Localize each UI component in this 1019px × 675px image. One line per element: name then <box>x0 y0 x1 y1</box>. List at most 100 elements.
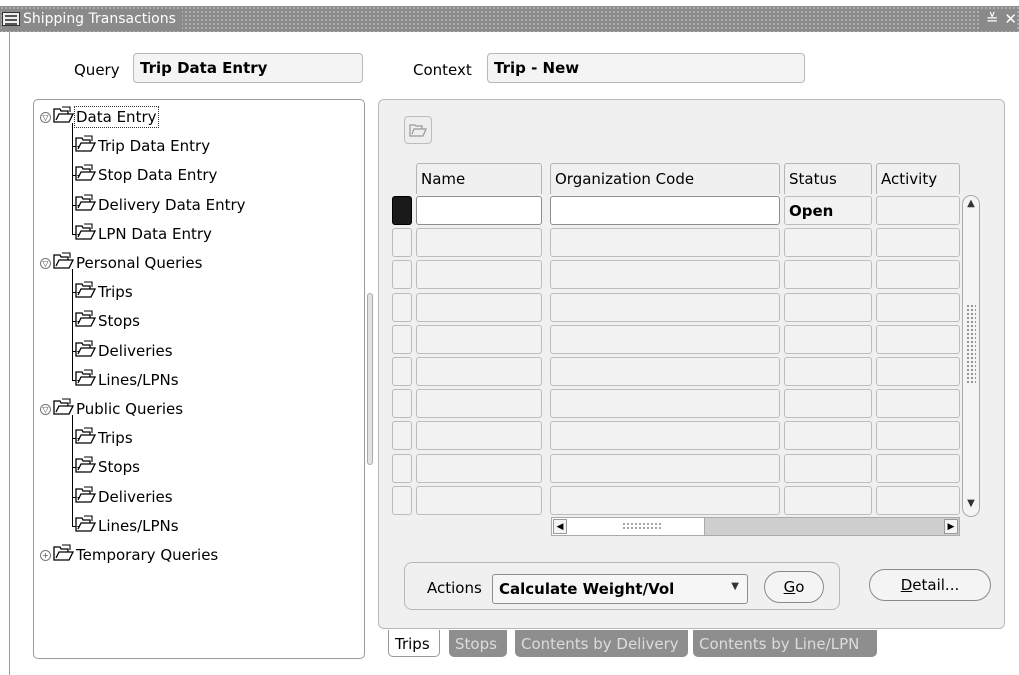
open-folder-button[interactable] <box>404 116 432 144</box>
actions-select[interactable]: Calculate Weight/Vol ▼ <box>492 574 748 604</box>
scroll-down-icon[interactable]: ▼ <box>965 498 977 512</box>
collapse-icon[interactable]: ▽ <box>40 403 51 415</box>
cell-activity[interactable] <box>876 357 960 386</box>
cell-organization-code[interactable] <box>550 357 780 386</box>
row-selector[interactable] <box>392 292 412 322</box>
folder-icon <box>74 135 96 157</box>
tree-item[interactable]: Stops <box>74 309 140 333</box>
cell-status[interactable] <box>784 292 872 322</box>
cell-organization-code[interactable] <box>550 196 780 225</box>
scroll-up-icon[interactable]: ▲ <box>965 198 977 212</box>
tree-item[interactable]: Trips <box>74 426 133 450</box>
cell-name[interactable] <box>416 421 542 451</box>
tree-item[interactable]: ▽ Public Queries <box>40 397 183 421</box>
cell-status[interactable] <box>784 453 872 483</box>
grid-vertical-scrollbar[interactable]: ▲ ▼ <box>962 195 980 517</box>
go-button[interactable]: Go <box>764 571 824 603</box>
query-field[interactable]: Trip Data Entry <box>133 53 363 83</box>
cell-status[interactable] <box>784 228 872 258</box>
row-selector[interactable] <box>392 357 412 386</box>
cell-organization-code[interactable] <box>550 228 780 258</box>
tree-item[interactable]: + Temporary Queries <box>40 543 218 567</box>
cell-activity[interactable] <box>876 196 960 225</box>
tree-item[interactable]: Deliveries <box>74 485 173 509</box>
tree-item[interactable]: Trip Data Entry <box>74 134 210 158</box>
cell-organization-code[interactable] <box>550 324 780 354</box>
tree-item-label: Data Entry <box>74 106 159 128</box>
row-selector[interactable] <box>392 389 412 419</box>
context-field[interactable]: Trip - New <box>487 53 805 83</box>
cell-name[interactable] <box>416 260 542 290</box>
row-selector[interactable] <box>392 421 412 451</box>
tree-item[interactable]: Lines/LPNs <box>74 514 179 538</box>
collapse-icon[interactable]: ▽ <box>40 111 51 123</box>
scroll-grip[interactable] <box>966 304 976 384</box>
cell-activity[interactable] <box>876 421 960 451</box>
cell-organization-code[interactable] <box>550 389 780 419</box>
chevron-down-icon[interactable]: ▼ <box>731 581 739 592</box>
cell-status[interactable] <box>784 357 872 386</box>
folder-icon <box>74 486 96 508</box>
scroll-right-icon[interactable]: ▶ <box>944 519 958 534</box>
tree-item[interactable]: Deliveries <box>74 339 173 363</box>
cell-status[interactable] <box>784 421 872 451</box>
tree-item[interactable]: Delivery Data Entry <box>74 193 246 217</box>
tree-item[interactable]: Lines/LPNs <box>74 368 179 392</box>
row-selector[interactable] <box>392 196 412 225</box>
tree-scrollbar[interactable] <box>367 293 373 465</box>
tab-stops[interactable]: Stops <box>449 630 507 657</box>
expand-icon[interactable]: + <box>40 549 51 561</box>
scroll-left-icon[interactable]: ◀ <box>553 519 567 534</box>
cell-status[interactable] <box>784 324 872 354</box>
scroll-grip[interactable] <box>622 522 662 530</box>
row-selector[interactable] <box>392 453 412 483</box>
cell-activity[interactable] <box>876 260 960 290</box>
folder-icon <box>74 310 96 332</box>
cell-organization-code[interactable] <box>550 421 780 451</box>
grid-horizontal-scrollbar[interactable]: ◀ ▶ <box>551 517 960 536</box>
cell-name[interactable] <box>416 357 542 386</box>
tree-item[interactable]: Stops <box>74 455 140 479</box>
row-selector[interactable] <box>392 485 412 515</box>
tree-item[interactable]: Trips <box>74 280 133 304</box>
cell-name[interactable] <box>416 228 542 258</box>
tab-trips[interactable]: Trips <box>388 630 440 657</box>
cell-organization-code[interactable] <box>550 453 780 483</box>
cell-activity[interactable] <box>876 389 960 419</box>
cell-name[interactable] <box>416 485 542 515</box>
tab-contents-by-delivery[interactable]: Contents by Delivery <box>515 630 688 657</box>
collapse-icon[interactable]: ▽ <box>40 257 51 269</box>
cell-activity[interactable] <box>876 292 960 322</box>
cell-name[interactable] <box>416 292 542 322</box>
cell-activity[interactable] <box>876 228 960 258</box>
cell-activity[interactable] <box>876 485 960 515</box>
cell-status[interactable] <box>784 260 872 290</box>
cell-activity[interactable] <box>876 453 960 483</box>
cell-status[interactable]: Open <box>784 196 872 225</box>
cell-name[interactable] <box>416 453 542 483</box>
row-selector[interactable] <box>392 228 412 258</box>
close-icon[interactable]: ✕ <box>1004 10 1017 28</box>
cell-status[interactable] <box>784 485 872 515</box>
cell-activity[interactable] <box>876 324 960 354</box>
folder-icon <box>74 281 96 303</box>
tree-item[interactable]: Stop Data Entry <box>74 163 217 187</box>
tree-item[interactable]: ▽ Personal Queries <box>40 251 202 275</box>
tab-contents-by-line-lpn[interactable]: Contents by Line/LPN <box>693 630 877 657</box>
cell-name[interactable] <box>416 196 542 225</box>
folder-icon <box>74 427 96 449</box>
row-selector[interactable] <box>392 260 412 290</box>
cell-organization-code[interactable] <box>550 485 780 515</box>
cell-organization-code[interactable] <box>550 260 780 290</box>
tree-item[interactable]: LPN Data Entry <box>74 222 212 246</box>
tree-connector <box>72 123 73 234</box>
tree-item[interactable]: ▽ Data Entry <box>40 105 159 129</box>
cell-status[interactable] <box>784 389 872 419</box>
cell-name[interactable] <box>416 324 542 354</box>
cell-name[interactable] <box>416 389 542 419</box>
tree-item-label: Stop Data Entry <box>98 166 218 185</box>
row-selector[interactable] <box>392 324 412 354</box>
minimize-icon[interactable]: ≚ <box>986 10 999 28</box>
cell-organization-code[interactable] <box>550 292 780 322</box>
detail-button[interactable]: Detail... <box>869 569 991 601</box>
